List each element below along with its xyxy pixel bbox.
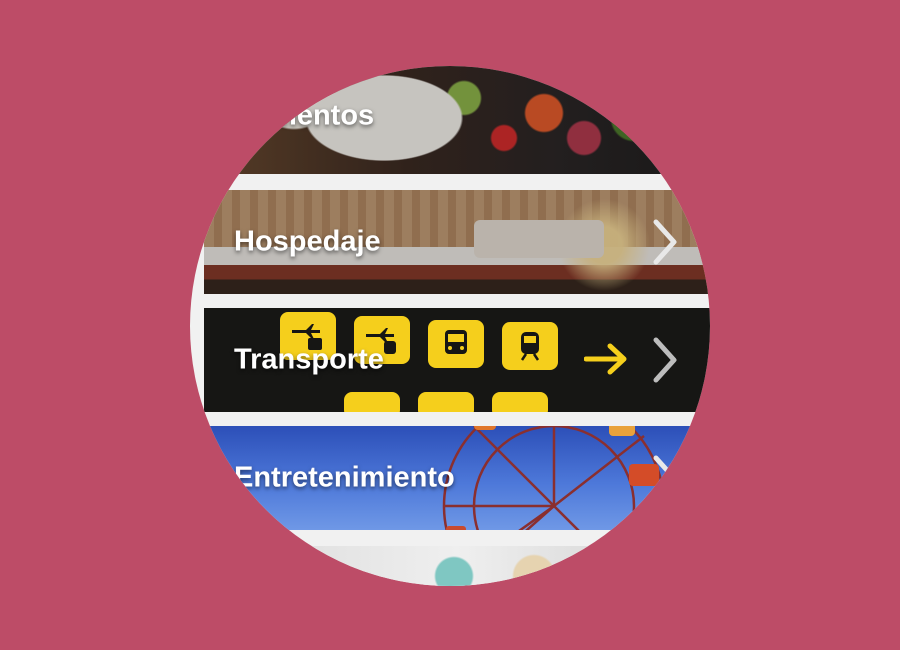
category-card-entretenimiento[interactable]: Entretenimiento — [204, 426, 710, 530]
chevron-right-icon — [650, 336, 680, 384]
toilet-sign-icon — [492, 392, 548, 412]
category-card-alimentos[interactable]: Alimentos — [204, 66, 710, 174]
category-photo — [204, 546, 710, 586]
key-sign-icon — [344, 392, 400, 412]
category-card-next[interactable] — [204, 546, 710, 586]
info-sign-icon — [418, 392, 474, 412]
train-sign-icon — [502, 322, 558, 370]
arrow-right-icon — [583, 342, 630, 376]
category-card-transporte[interactable]: Transporte — [204, 308, 710, 412]
category-card-hospedaje[interactable]: Hospedaje — [204, 190, 710, 294]
category-label: Entretenimiento — [234, 461, 455, 494]
chevron-right-icon — [650, 218, 680, 266]
category-label: Hospedaje — [234, 225, 381, 258]
chevron-right-icon — [650, 454, 680, 502]
bus-sign-icon — [428, 320, 484, 368]
category-label: Alimentos — [234, 99, 375, 132]
category-label: Transporte — [234, 343, 384, 376]
magnifier-circle: Alimentos Hospedaje Transporte Entreteni… — [190, 66, 710, 586]
